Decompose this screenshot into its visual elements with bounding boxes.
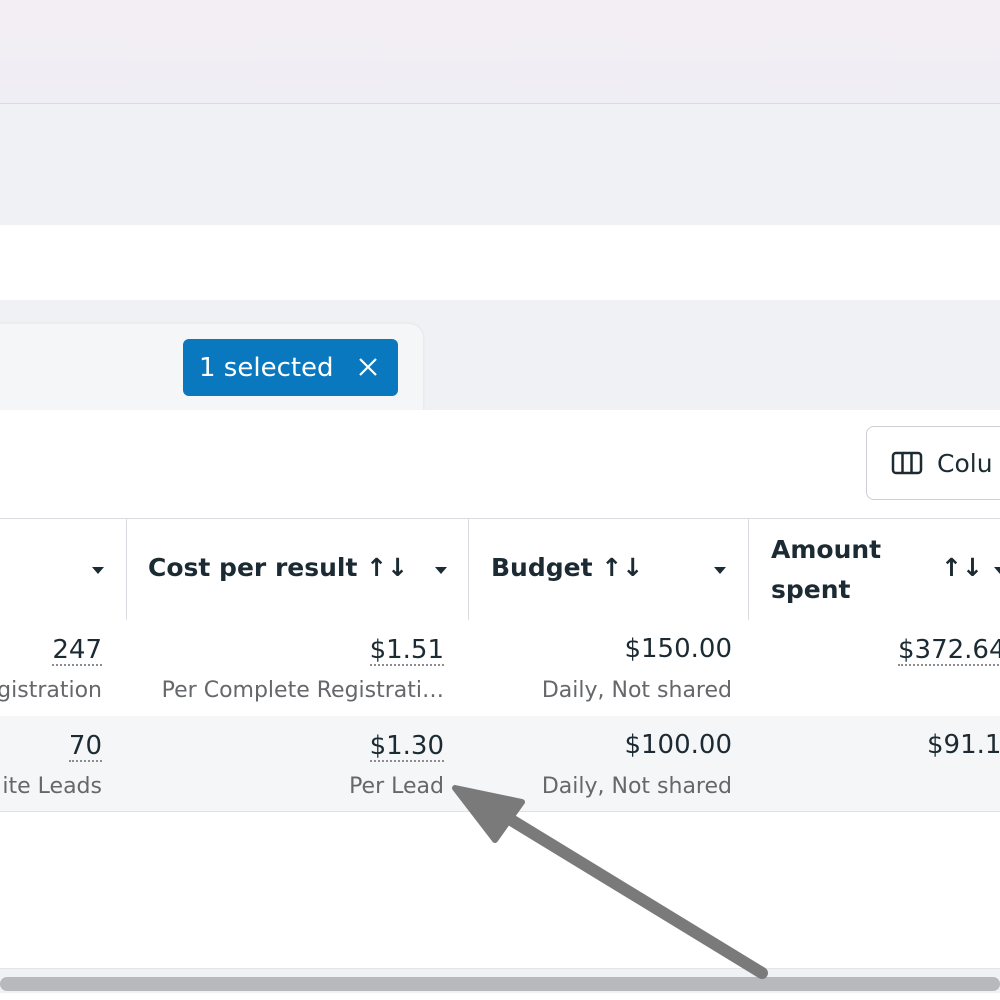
cost-dropdown-icon[interactable]: [435, 567, 447, 574]
results-value[interactable]: 70: [68, 732, 102, 762]
window-top-area: [0, 0, 1000, 104]
budget-type: Daily, Not shared: [541, 678, 732, 703]
cost-per-result-type: Per Complete Registrati…: [161, 678, 444, 703]
header-budget-label: Budget ↑↓: [491, 553, 644, 582]
budget-dropdown-icon[interactable]: [714, 567, 726, 574]
header-results[interactable]: [0, 519, 127, 620]
selected-chip-label: 1 selected: [199, 352, 334, 383]
results-value[interactable]: 247: [52, 636, 102, 666]
budget-value: $100.00: [624, 730, 732, 760]
budget-value: $150.00: [624, 634, 732, 664]
results-type: gistration: [0, 678, 102, 703]
header-amount-spent-label-line1: Amount: [771, 535, 882, 564]
results-type: ite Leads: [2, 774, 102, 799]
header-cost-per-result[interactable]: Cost per result ↑↓: [127, 519, 469, 620]
columns-button[interactable]: Colu: [866, 426, 1000, 500]
filter-area: [0, 225, 1000, 300]
amount-spent-value[interactable]: $372.64: [898, 636, 1000, 666]
table-row[interactable]: 247 gistration $1.51 Per Complete Regist…: [0, 620, 1000, 715]
columns-icon: [891, 451, 923, 475]
selected-chip[interactable]: 1 selected: [183, 339, 398, 396]
toolbar-area: [0, 104, 1000, 225]
scrollbar-thumb[interactable]: [0, 977, 1000, 991]
amount-spent-value: $91.13: [927, 730, 1000, 760]
table-header-row: Cost per result ↑↓ Budget ↑↓ Amount spen…: [0, 518, 1000, 621]
cost-per-result-value[interactable]: $1.51: [369, 636, 444, 666]
sort-icon[interactable]: ↑↓: [941, 553, 983, 582]
header-budget[interactable]: Budget ↑↓: [469, 519, 749, 620]
header-amount-spent[interactable]: Amount spent ↑↓: [749, 519, 1000, 620]
cost-per-result-value[interactable]: $1.30: [369, 732, 444, 762]
close-icon[interactable]: [354, 353, 382, 381]
cost-per-result-type: Per Lead: [349, 774, 444, 799]
budget-type: Daily, Not shared: [541, 774, 732, 799]
results-dropdown-icon[interactable]: [92, 567, 104, 574]
table-row[interactable]: 70 ite Leads $1.30 Per Lead $100.00 Dail…: [0, 716, 1000, 812]
header-cost-per-result-label: Cost per result ↑↓: [148, 553, 409, 582]
header-amount-spent-label-line2: spent: [771, 575, 851, 604]
amount-dropdown-icon[interactable]: [994, 567, 1000, 574]
columns-button-label: Colu: [937, 448, 993, 478]
